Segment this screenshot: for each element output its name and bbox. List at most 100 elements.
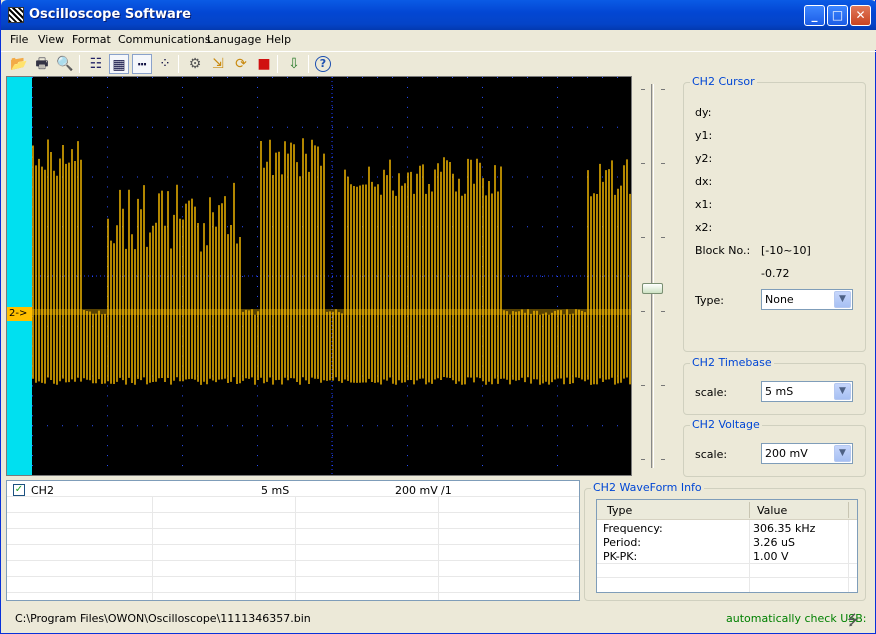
- list-icon[interactable]: ☷: [86, 54, 106, 74]
- slider-thumb[interactable]: [642, 283, 663, 294]
- stop-icon[interactable]: ■: [254, 54, 274, 74]
- grid-dot: [332, 295, 333, 297]
- table-row[interactable]: ✓ CH2 5 mS 200 mV /1: [7, 481, 579, 497]
- grid-dot: [482, 96, 483, 98]
- grid-dot: [347, 425, 348, 427]
- voltage-scale-select[interactable]: 200 mV ▼: [761, 443, 853, 464]
- ch2-checkbox[interactable]: ✓: [13, 484, 25, 496]
- grid-dot: [407, 86, 408, 88]
- toolbar-separator: [79, 55, 80, 73]
- grid-dot: [257, 256, 258, 258]
- grid-dot: [332, 285, 333, 287]
- dots-icon[interactable]: ⁘: [155, 54, 175, 74]
- grid-dot: [257, 86, 258, 88]
- value-column-header[interactable]: Value: [757, 504, 787, 517]
- slider-tick: [661, 459, 665, 460]
- grid-dot: [482, 465, 483, 467]
- menu-help[interactable]: Help: [266, 33, 291, 46]
- help-icon[interactable]: ?: [315, 56, 331, 72]
- slider-tick: [641, 89, 645, 90]
- maximize-button[interactable]: □: [827, 5, 848, 26]
- grid-dot: [557, 415, 558, 417]
- table-row: [7, 545, 579, 561]
- grid-dot: [197, 425, 198, 427]
- grid-dot: [377, 425, 378, 427]
- open-icon[interactable]: 📂: [9, 54, 29, 74]
- grid-dot: [182, 216, 183, 218]
- menu-communications[interactable]: Communications: [118, 33, 210, 46]
- grid-dot: [182, 455, 183, 457]
- grid-dot: [377, 126, 378, 128]
- chevron-down-icon[interactable]: ▼: [834, 383, 851, 400]
- menu-format[interactable]: Format: [72, 33, 111, 46]
- waveform-display[interactable]: 2->: [6, 76, 632, 476]
- menu-language[interactable]: Lanugage: [207, 33, 261, 46]
- grid-dot: [257, 146, 258, 148]
- close-button[interactable]: ✕: [850, 5, 871, 26]
- dotted-line-icon[interactable]: ┅: [132, 54, 152, 74]
- menu-view[interactable]: View: [38, 33, 64, 46]
- cursor-type-value: None: [765, 293, 794, 306]
- grid-dot: [32, 455, 33, 457]
- cursor-group-title: CH2 Cursor: [690, 75, 757, 88]
- ch2-marker[interactable]: 2->: [7, 307, 32, 321]
- grid-dot: [137, 126, 138, 128]
- grid-dot: [482, 395, 483, 397]
- refresh-icon[interactable]: ⟳: [231, 54, 251, 74]
- grid-dot: [182, 136, 183, 138]
- grid-dot: [527, 226, 528, 228]
- grid-dot: [407, 385, 408, 387]
- timebase-scale-select[interactable]: 5 mS ▼: [761, 381, 853, 402]
- block-range: [-10~10]: [761, 244, 811, 257]
- grid-dot: [182, 176, 183, 178]
- title-bar[interactable]: Oscilloscope Software _ □ ✕: [1, 0, 876, 30]
- grid-dot: [197, 77, 198, 78]
- grid-dot: [107, 395, 108, 397]
- grid-dot: [167, 77, 168, 78]
- cursor-type-select[interactable]: None ▼: [761, 289, 853, 310]
- grid-dot: [257, 415, 258, 417]
- menu-file[interactable]: File: [10, 33, 28, 46]
- grid-dot: [257, 166, 258, 168]
- grid-dot: [107, 425, 108, 427]
- export-icon[interactable]: ⇩: [284, 54, 304, 74]
- grid-dot: [32, 136, 33, 138]
- type-column-header[interactable]: Type: [607, 504, 632, 517]
- offset-slider[interactable]: [639, 84, 667, 468]
- grid-dot: [332, 226, 333, 228]
- print-icon[interactable]: 🖶: [32, 54, 52, 74]
- grid-dot: [407, 425, 408, 427]
- grid-dot: [32, 425, 33, 427]
- grid-dot: [407, 156, 408, 158]
- grid-dot: [542, 126, 543, 128]
- channel-name: CH2: [31, 484, 54, 497]
- grid-dot: [257, 216, 258, 218]
- grid-dot: [107, 77, 108, 78]
- grid-dot: [287, 77, 288, 78]
- print-preview-icon[interactable]: 🔍: [55, 54, 75, 74]
- grid-dot: [107, 206, 108, 208]
- settings-icon[interactable]: ⚙: [185, 54, 205, 74]
- channel-strip: [7, 77, 32, 475]
- toolbar-separator: [178, 55, 179, 73]
- grid-dot: [332, 415, 333, 417]
- grid-dot: [257, 116, 258, 118]
- import-icon[interactable]: ⇲: [208, 54, 228, 74]
- grid-dot: [287, 126, 288, 128]
- chevron-down-icon[interactable]: ▼: [834, 291, 851, 308]
- chevron-down-icon[interactable]: ▼: [834, 445, 851, 462]
- column-divider: [749, 502, 750, 518]
- grid-dot: [107, 445, 108, 447]
- column-divider: [295, 497, 296, 600]
- dy-label: dy:: [695, 106, 712, 119]
- grid-icon[interactable]: ▦: [109, 54, 129, 74]
- minimize-button[interactable]: _: [804, 5, 825, 26]
- grid-dot: [437, 126, 438, 128]
- grid-dot: [362, 425, 363, 427]
- grid-dot: [422, 126, 423, 128]
- grid-dot: [347, 77, 348, 78]
- grid-dot: [392, 77, 393, 78]
- grid-dot: [512, 226, 513, 228]
- grid-dot: [437, 77, 438, 78]
- grid-dot: [557, 136, 558, 138]
